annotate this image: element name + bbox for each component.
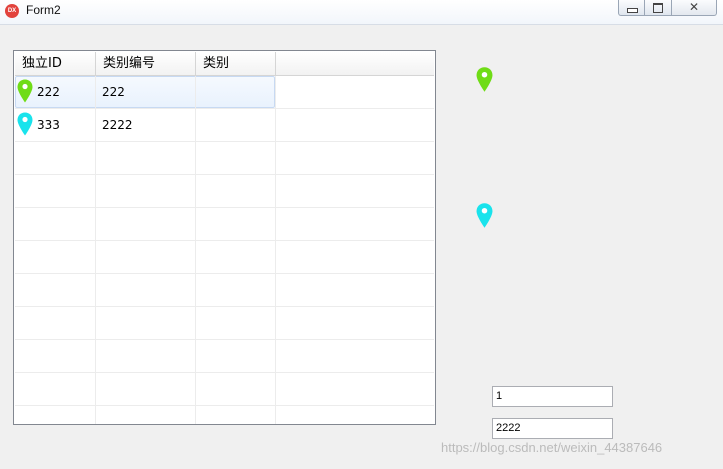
filler-cell [276, 406, 435, 424]
empty-cell[interactable] [96, 307, 196, 339]
map-pin-icon[interactable] [476, 202, 493, 233]
table-row[interactable] [15, 142, 434, 175]
table-row[interactable] [15, 406, 435, 424]
empty-cell[interactable] [96, 274, 196, 306]
cell-id-text: 333 [37, 118, 60, 132]
watermark: https://blog.csdn.net/weixin_44387646 [441, 440, 663, 455]
table-row[interactable] [15, 175, 434, 208]
empty-cell[interactable] [15, 208, 96, 240]
filler-cell [276, 142, 435, 174]
table-row[interactable] [15, 373, 434, 406]
text-field-1[interactable]: 1 [492, 386, 613, 407]
filler-cell [276, 76, 435, 108]
empty-cell[interactable] [196, 175, 276, 207]
table-row[interactable] [15, 208, 434, 241]
table-row[interactable] [15, 307, 434, 340]
text-field-2[interactable]: 2222 [492, 418, 613, 439]
filler-cell [276, 241, 435, 273]
filler-cell [276, 373, 435, 405]
filler-cell [276, 109, 435, 141]
filler-cell [276, 274, 435, 306]
empty-cell[interactable] [15, 373, 96, 405]
grid-header: 独立ID 类别编号 类别 [15, 52, 434, 76]
app-icon: DX [5, 4, 19, 18]
filler-cell [276, 340, 435, 372]
table-row[interactable] [15, 340, 434, 373]
column-header-category[interactable]: 类别 [196, 52, 276, 75]
empty-cell[interactable] [15, 307, 96, 339]
maximize-icon [653, 3, 663, 13]
cell-id-text: 222 [37, 85, 60, 99]
close-button[interactable]: ✕ [671, 0, 717, 16]
empty-cell[interactable] [96, 340, 196, 372]
title-bar: DX Form2 ✕ [0, 0, 723, 25]
empty-cell[interactable] [196, 307, 276, 339]
maximize-button[interactable] [644, 0, 672, 16]
cell-category[interactable] [196, 109, 276, 141]
empty-cell[interactable] [15, 274, 96, 306]
empty-cell[interactable] [15, 406, 96, 424]
empty-cell[interactable] [196, 406, 276, 424]
close-icon: ✕ [688, 0, 700, 14]
data-grid[interactable]: 独立ID 类别编号 类别 222 222 333 2222 [13, 50, 436, 425]
cell-category-no[interactable]: 222 [96, 76, 196, 108]
empty-cell[interactable] [96, 142, 196, 174]
minimize-button[interactable] [618, 0, 645, 16]
grid-rows: 222 222 333 2222 [15, 76, 434, 424]
empty-cell[interactable] [15, 241, 96, 273]
empty-cell[interactable] [15, 175, 96, 207]
filler-cell [276, 175, 435, 207]
empty-cell[interactable] [15, 340, 96, 372]
empty-cell[interactable] [96, 241, 196, 273]
empty-cell[interactable] [96, 175, 196, 207]
table-row[interactable]: 333 2222 [15, 109, 434, 142]
cell-id[interactable]: 222 [15, 76, 96, 108]
empty-cell[interactable] [96, 208, 196, 240]
filler-cell [276, 208, 435, 240]
empty-cell[interactable] [196, 142, 276, 174]
empty-cell[interactable] [196, 373, 276, 405]
column-header-category-no[interactable]: 类别编号 [96, 52, 196, 75]
table-row[interactable] [15, 241, 434, 274]
column-header-id[interactable]: 独立ID [15, 52, 96, 75]
empty-cell[interactable] [96, 406, 196, 424]
cell-category[interactable] [196, 76, 276, 108]
table-row[interactable]: 222 222 [15, 76, 434, 109]
empty-cell[interactable] [96, 373, 196, 405]
empty-cell[interactable] [196, 208, 276, 240]
cell-category-no[interactable]: 2222 [96, 109, 196, 141]
cell-id[interactable]: 333 [15, 109, 96, 141]
empty-cell[interactable] [196, 241, 276, 273]
table-row[interactable] [15, 274, 434, 307]
filler-cell [276, 307, 435, 339]
empty-cell[interactable] [196, 340, 276, 372]
window-title: Form2 [26, 3, 61, 17]
map-pin-icon[interactable] [476, 66, 493, 97]
empty-cell[interactable] [196, 274, 276, 306]
minimize-icon [627, 8, 638, 13]
empty-cell[interactable] [15, 142, 96, 174]
